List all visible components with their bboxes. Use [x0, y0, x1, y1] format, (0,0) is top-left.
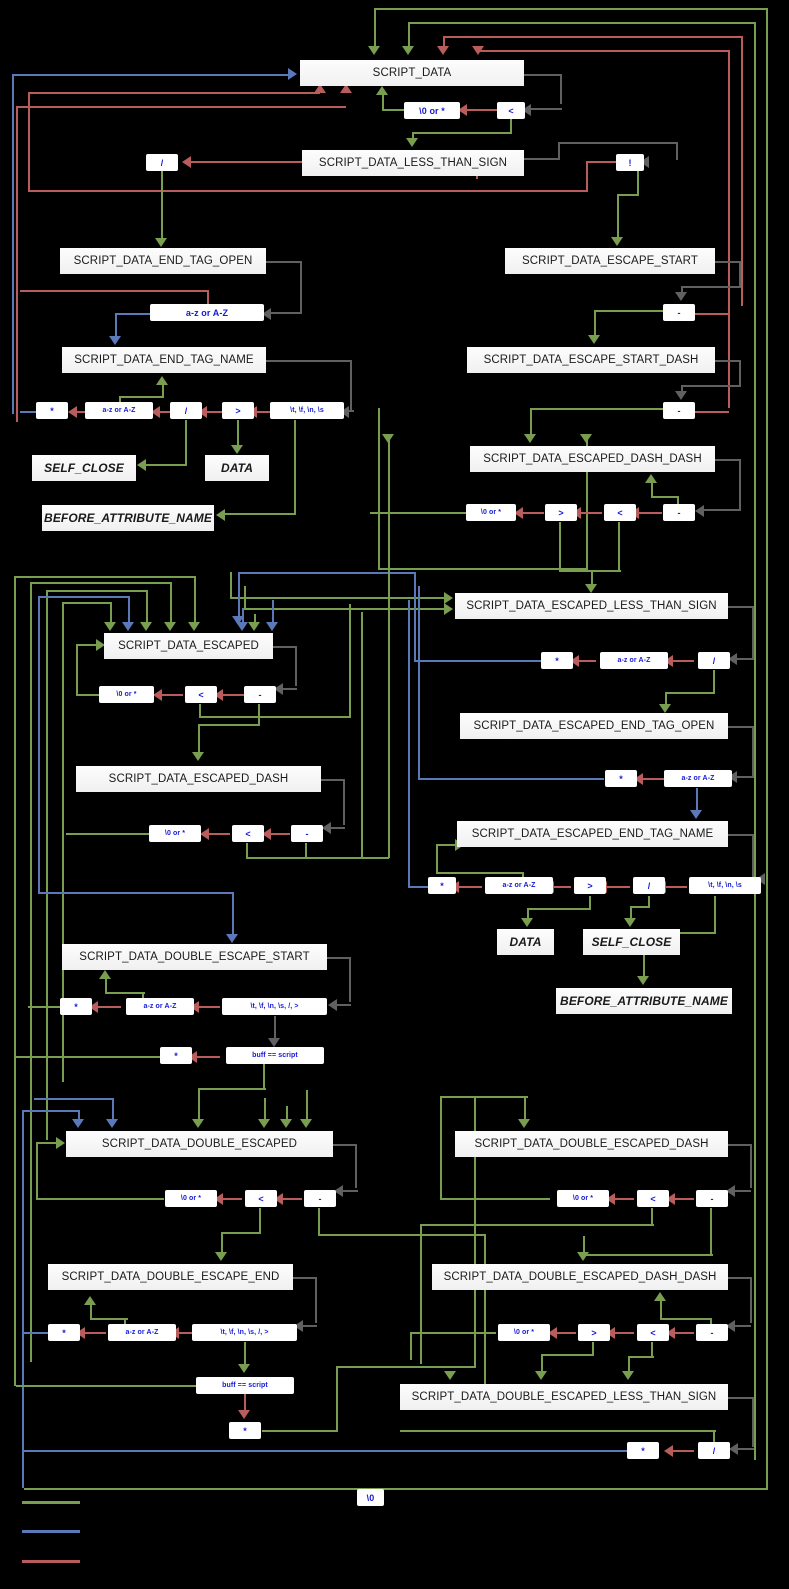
- state-script-data-escape-start[interactable]: SCRIPT_DATA_ESCAPE_START: [505, 248, 715, 274]
- transition-label[interactable]: >: [222, 402, 254, 419]
- transition-label[interactable]: /: [146, 154, 178, 171]
- transition-label[interactable]: *: [160, 1047, 192, 1064]
- state-script-data-double-escaped[interactable]: SCRIPT_DATA_DOUBLE_ESCAPED: [66, 1131, 333, 1157]
- state-script-data[interactable]: SCRIPT_DATA: [300, 60, 524, 86]
- transition-label[interactable]: -: [696, 1324, 728, 1341]
- transition-label[interactable]: >: [578, 1324, 610, 1341]
- transition-label[interactable]: >: [545, 504, 577, 521]
- transition-label[interactable]: \t, \f, \n, \s: [689, 877, 761, 894]
- legend-sample-label: \0: [357, 1489, 384, 1506]
- transition-label[interactable]: \0 or *: [498, 1324, 550, 1341]
- legend-line-red: [22, 1560, 80, 1563]
- terminal-data-1[interactable]: DATA: [205, 455, 269, 481]
- transition-label[interactable]: <: [637, 1324, 669, 1341]
- state-script-data-double-escaped-dash-dash[interactable]: SCRIPT_DATA_DOUBLE_ESCAPED_DASH_DASH: [432, 1264, 728, 1290]
- transition-label[interactable]: <: [637, 1190, 669, 1207]
- state-script-data-escaped-end-tag-name[interactable]: SCRIPT_DATA_ESCAPED_END_TAG_NAME: [457, 821, 728, 847]
- terminal-self-close-2[interactable]: SELF_CLOSE: [583, 929, 680, 955]
- terminal-before-attribute-name-1[interactable]: BEFORE_ATTRIBUTE_NAME: [42, 505, 214, 531]
- transition-label[interactable]: -: [291, 825, 323, 842]
- transition-label[interactable]: <: [185, 686, 217, 703]
- state-script-data-escaped-end-tag-open[interactable]: SCRIPT_DATA_ESCAPED_END_TAG_OPEN: [460, 713, 728, 739]
- state-script-data-double-escaped-less-than-sign[interactable]: SCRIPT_DATA_DOUBLE_ESCAPED_LESS_THAN_SIG…: [400, 1384, 728, 1410]
- transition-label[interactable]: <: [497, 102, 525, 119]
- transition-label[interactable]: <: [245, 1190, 277, 1207]
- transition-label[interactable]: *: [605, 770, 637, 787]
- transition-label[interactable]: *: [48, 1324, 80, 1341]
- transition-label[interactable]: /: [633, 877, 665, 894]
- transition-label[interactable]: *: [229, 1422, 261, 1439]
- terminal-data-2[interactable]: DATA: [497, 929, 554, 955]
- transition-label[interactable]: a-z or A-Z: [150, 304, 264, 321]
- state-script-data-escaped-dash[interactable]: SCRIPT_DATA_ESCAPED_DASH: [76, 766, 321, 792]
- transition-label[interactable]: /: [698, 652, 730, 669]
- transition-label[interactable]: a-z or A-Z: [485, 877, 553, 894]
- transition-label[interactable]: *: [60, 998, 92, 1015]
- transition-label[interactable]: -: [663, 402, 695, 419]
- state-script-data-double-escape-start[interactable]: SCRIPT_DATA_DOUBLE_ESCAPE_START: [62, 944, 327, 970]
- transition-label[interactable]: buff == script: [226, 1047, 324, 1064]
- transition-label[interactable]: a-z or A-Z: [108, 1324, 176, 1341]
- transition-label[interactable]: *: [627, 1442, 659, 1459]
- transition-label[interactable]: \0 or *: [404, 102, 460, 119]
- transition-label[interactable]: -: [663, 304, 695, 321]
- transition-label[interactable]: \0 or *: [99, 686, 154, 703]
- legend-line-blue: [22, 1530, 80, 1533]
- transition-label[interactable]: /: [170, 402, 202, 419]
- transition-label[interactable]: a-z or A-Z: [664, 770, 732, 787]
- transition-label[interactable]: *: [428, 877, 456, 894]
- state-script-data-end-tag-name[interactable]: SCRIPT_DATA_END_TAG_NAME: [62, 347, 266, 373]
- transition-label[interactable]: -: [244, 686, 276, 703]
- transition-label[interactable]: \0 or *: [165, 1190, 217, 1207]
- state-script-data-escaped-less-than-sign[interactable]: SCRIPT_DATA_ESCAPED_LESS_THAN_SIGN: [455, 593, 728, 619]
- state-script-data-less-than-sign[interactable]: SCRIPT_DATA_LESS_THAN_SIGN: [302, 150, 524, 176]
- transition-label[interactable]: -: [304, 1190, 336, 1207]
- state-script-data-end-tag-open[interactable]: SCRIPT_DATA_END_TAG_OPEN: [60, 248, 266, 274]
- state-script-data-double-escape-end[interactable]: SCRIPT_DATA_DOUBLE_ESCAPE_END: [48, 1264, 293, 1290]
- state-script-data-double-escaped-dash[interactable]: SCRIPT_DATA_DOUBLE_ESCAPED_DASH: [455, 1131, 728, 1157]
- transition-label[interactable]: !: [616, 154, 644, 171]
- transition-label[interactable]: \t, \f, \n, \s, /, >: [192, 1324, 297, 1341]
- transition-label[interactable]: buff == script: [196, 1377, 294, 1394]
- transition-label[interactable]: -: [696, 1190, 728, 1207]
- transition-label[interactable]: *: [541, 652, 573, 669]
- transition-label[interactable]: \t, \f, \n, \s, /, >: [222, 998, 327, 1015]
- legend-line-green: [22, 1501, 80, 1504]
- transition-label[interactable]: \0 or *: [557, 1190, 609, 1207]
- terminal-self-close-1[interactable]: SELF_CLOSE: [32, 455, 136, 481]
- transition-label[interactable]: <: [232, 825, 264, 842]
- state-script-data-escaped-dash-dash[interactable]: SCRIPT_DATA_ESCAPED_DASH_DASH: [470, 446, 715, 472]
- state-script-data-escaped[interactable]: SCRIPT_DATA_ESCAPED: [104, 633, 273, 659]
- transition-label[interactable]: a-z or A-Z: [126, 998, 194, 1015]
- transition-label[interactable]: *: [36, 402, 68, 419]
- state-script-data-escape-start-dash[interactable]: SCRIPT_DATA_ESCAPE_START_DASH: [467, 347, 715, 373]
- terminal-before-attribute-name-2[interactable]: BEFORE_ATTRIBUTE_NAME: [556, 988, 732, 1014]
- transition-label[interactable]: \t, \f, \n, \s: [270, 402, 344, 419]
- transition-label[interactable]: \0 or *: [466, 504, 516, 521]
- state-machine-diagram: SCRIPT_DATA SCRIPT_DATA_LESS_THAN_SIGN S…: [0, 0, 789, 1589]
- transition-label[interactable]: >: [574, 877, 606, 894]
- transition-label[interactable]: /: [698, 1442, 730, 1459]
- transition-label[interactable]: a-z or A-Z: [85, 402, 153, 419]
- transition-label[interactable]: -: [663, 504, 695, 521]
- transition-label[interactable]: <: [604, 504, 636, 521]
- transition-label[interactable]: \0 or *: [149, 825, 201, 842]
- transition-label[interactable]: a-z or A-Z: [600, 652, 668, 669]
